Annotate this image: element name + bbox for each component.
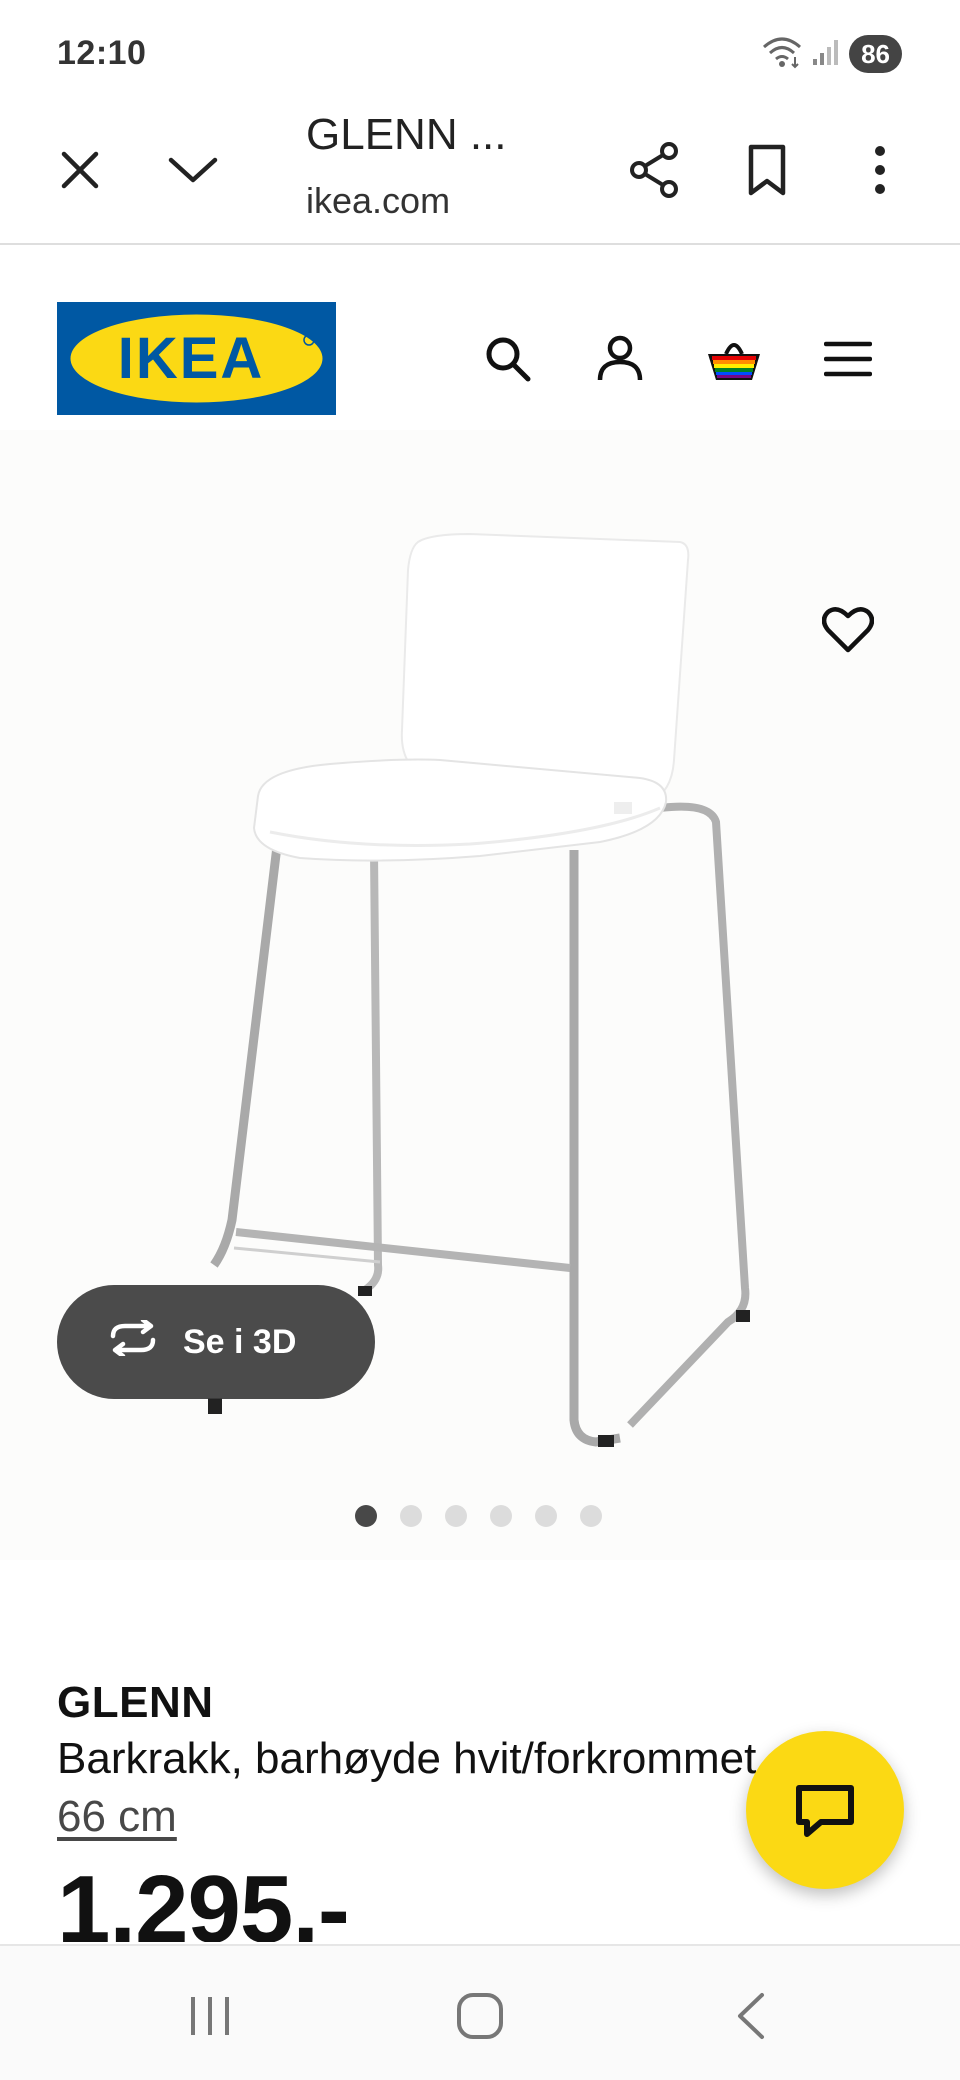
- favorite-heart-icon[interactable]: [808, 590, 888, 670]
- ikea-logo-text: IKEA: [118, 326, 265, 391]
- view-3d-button[interactable]: Se i 3D: [57, 1285, 375, 1399]
- cart-icon[interactable]: [694, 319, 774, 399]
- site-header: IKEA: [0, 247, 960, 427]
- back-icon[interactable]: [700, 1976, 800, 2056]
- product-price: 1.295,-: [57, 1862, 349, 1942]
- account-icon[interactable]: [580, 319, 660, 399]
- search-icon[interactable]: [468, 319, 548, 399]
- browser-toolbar: GLENN ... ikea.com: [0, 100, 960, 245]
- status-time: 12:10: [57, 34, 147, 72]
- gallery-dot-5[interactable]: [534, 1505, 557, 1527]
- gallery-dot-2[interactable]: [399, 1505, 422, 1527]
- product-description: Barkrakk, barhøyde hvit/forkrommet: [57, 1734, 757, 1783]
- status-bar: 12:10 86: [0, 0, 960, 100]
- chat-icon: [796, 1785, 854, 1837]
- more-vert-icon[interactable]: [840, 130, 920, 210]
- menu-icon[interactable]: [808, 319, 888, 399]
- gallery-dot-3[interactable]: [444, 1505, 467, 1527]
- chevron-down-icon[interactable]: [153, 130, 233, 210]
- close-icon[interactable]: [40, 130, 120, 210]
- tab-title[interactable]: GLENN ...: [306, 110, 507, 160]
- battery-indicator: 86: [849, 35, 902, 73]
- share-icon[interactable]: [614, 130, 694, 210]
- ikea-logo[interactable]: IKEA: [57, 302, 336, 415]
- bookmark-icon[interactable]: [727, 130, 807, 210]
- product-size-link[interactable]: 66 cm: [57, 1792, 177, 1842]
- gallery-dot-1[interactable]: [354, 1505, 377, 1527]
- signal-icon: [811, 37, 841, 72]
- product-gallery[interactable]: Se i 3D: [0, 430, 960, 1560]
- tab-url[interactable]: ikea.com: [306, 180, 450, 222]
- system-nav-bar: [0, 1944, 960, 2080]
- chat-button[interactable]: [746, 1731, 904, 1889]
- status-icons: 86: [761, 34, 902, 74]
- gallery-dot-4[interactable]: [489, 1505, 512, 1527]
- product-name: GLENN: [57, 1678, 214, 1727]
- gallery-pagination: [0, 1505, 960, 1527]
- recent-apps-icon[interactable]: [160, 1976, 260, 2056]
- home-icon[interactable]: [430, 1976, 530, 2056]
- wifi-icon: [761, 35, 803, 74]
- view-3d-label: Se i 3D: [183, 1322, 297, 1361]
- rotate-3d-icon: [105, 1317, 161, 1365]
- gallery-dot-6[interactable]: [579, 1505, 602, 1527]
